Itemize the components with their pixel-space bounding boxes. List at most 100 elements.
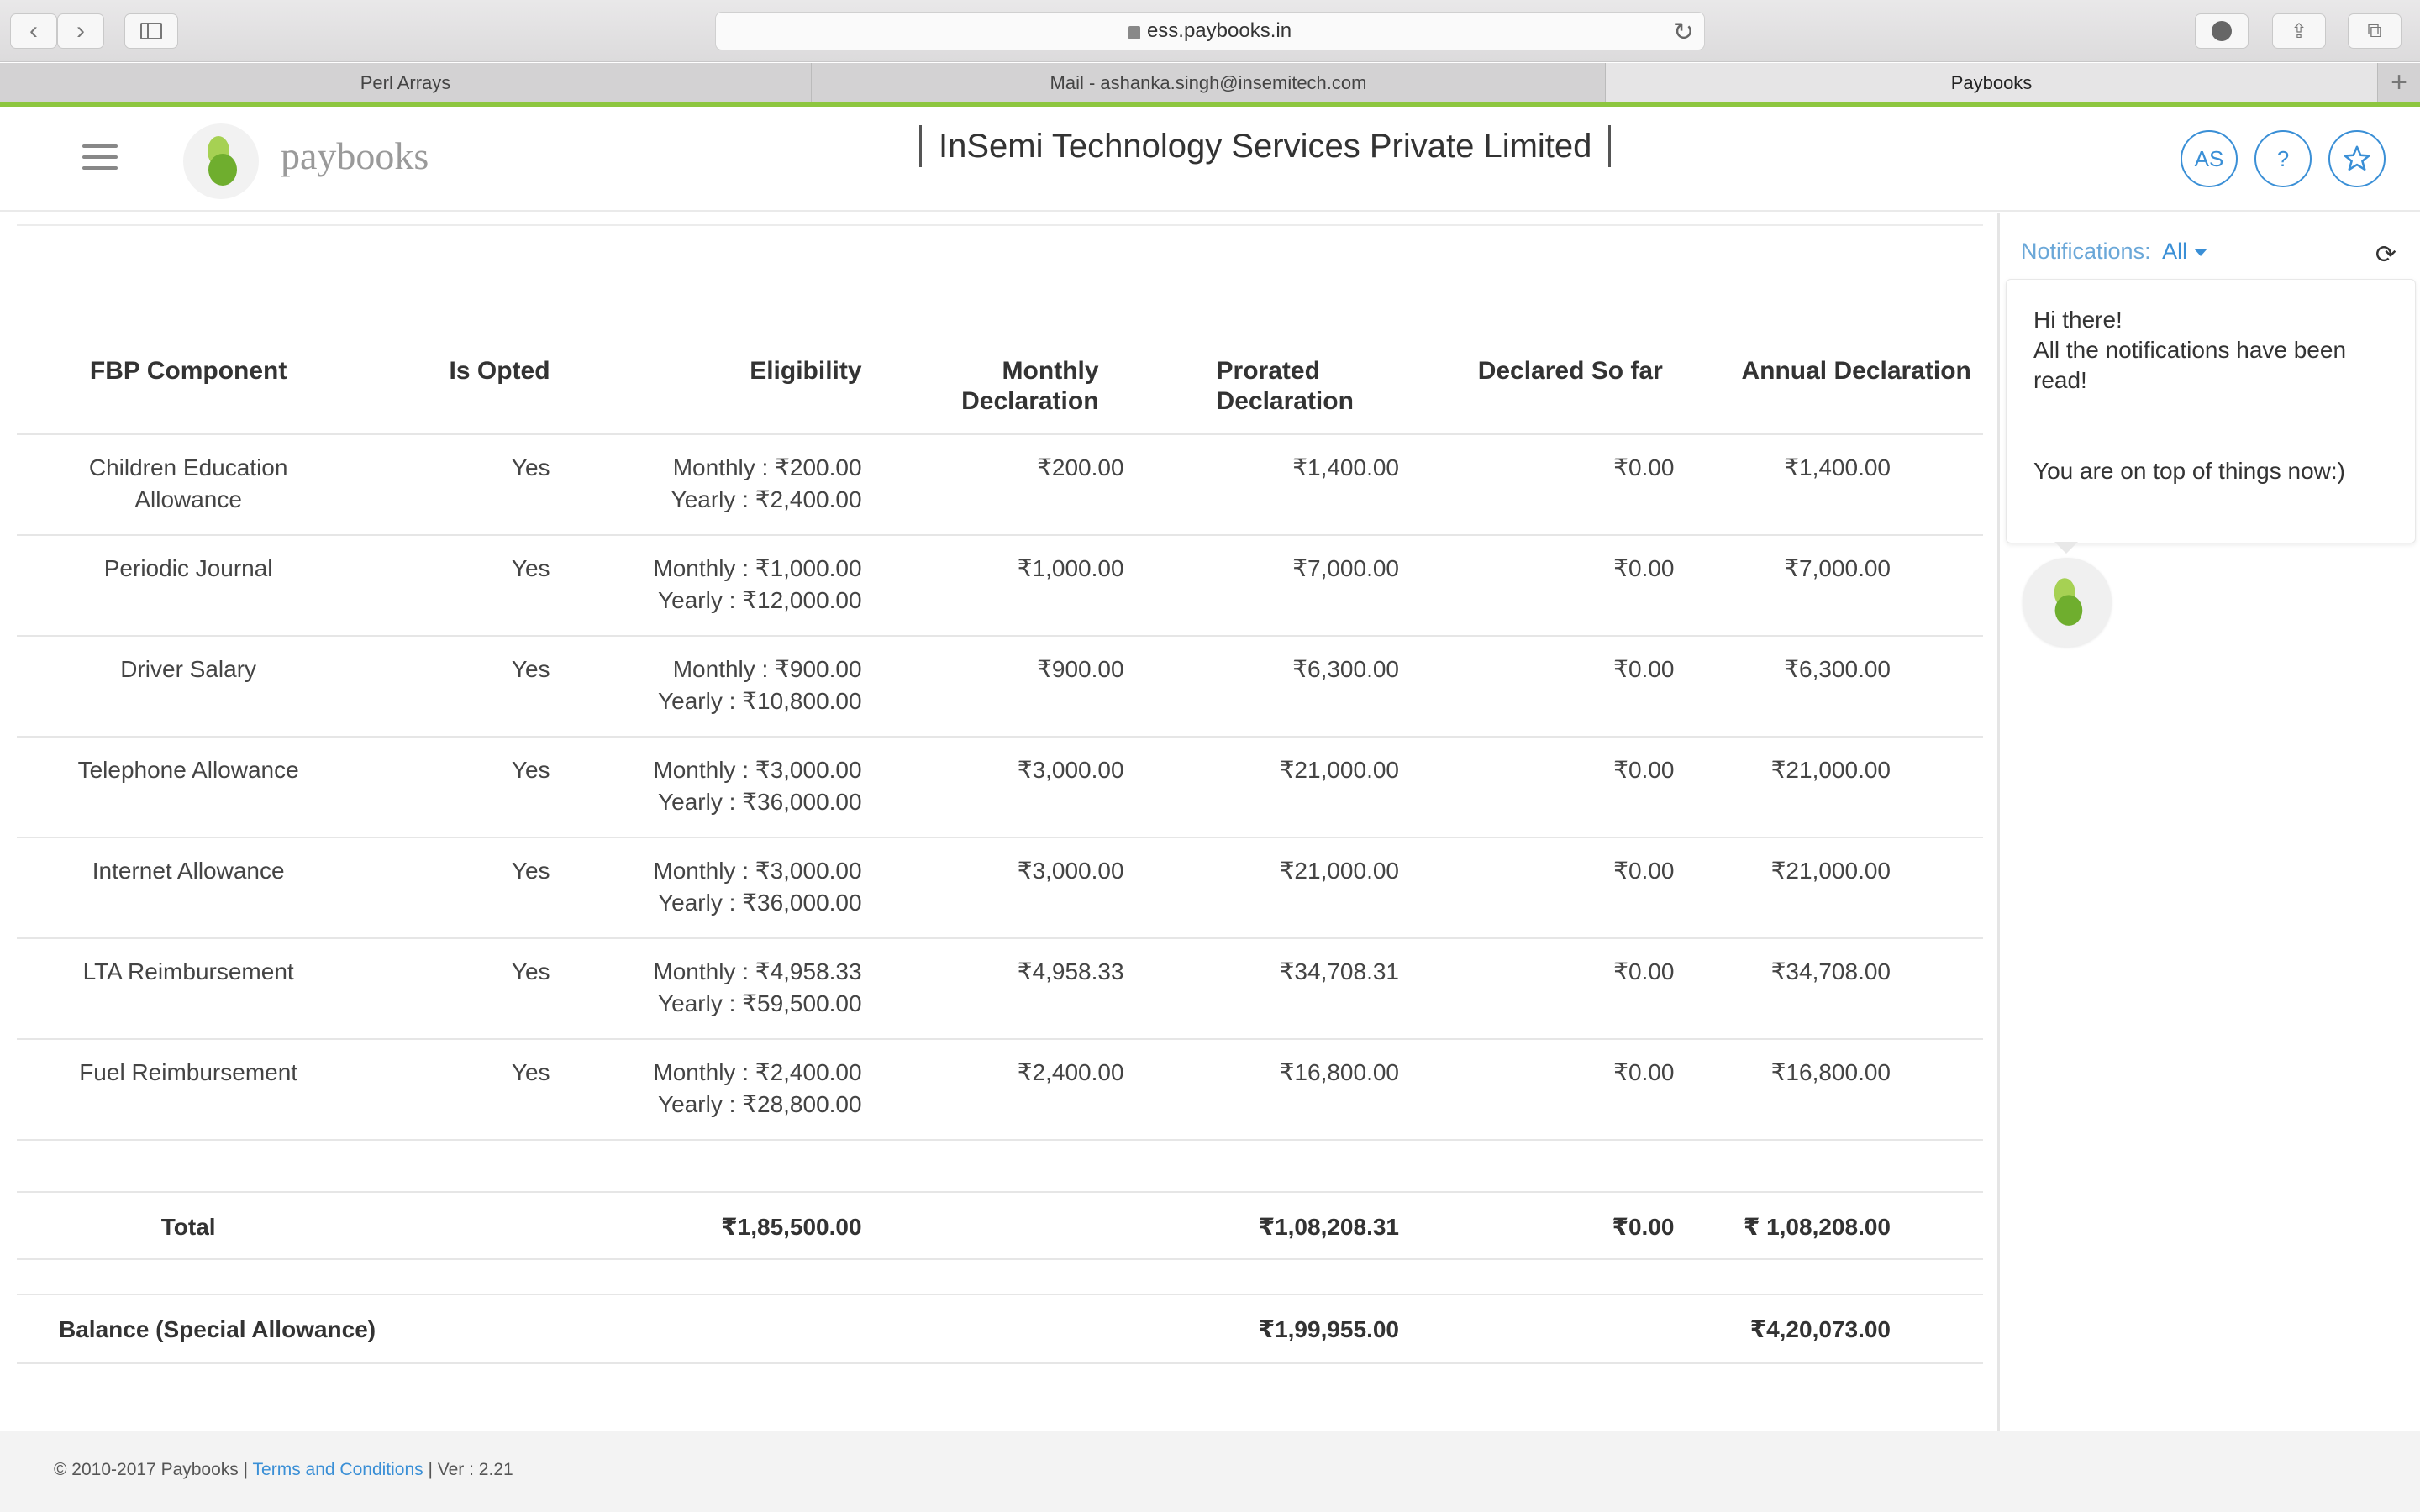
cell-component: LTA Reimbursement	[82, 958, 294, 984]
eligibility-yearly: Yearly : ₹28,800.00	[658, 1091, 862, 1117]
cell-prorated-declaration: ₹21,000.00	[1279, 757, 1399, 783]
total-annual: ₹ 1,08,208.00	[1743, 1214, 1891, 1240]
cell-declared-so-far: ₹0.00	[1613, 656, 1675, 682]
paybooks-logo[interactable]	[183, 123, 259, 199]
cell-monthly-declaration: ₹200.00	[1037, 454, 1124, 480]
help-button[interactable]: ?	[2254, 130, 2312, 187]
divider	[17, 224, 1983, 226]
cell-eligibility: Monthly : ₹2,400.00 Yearly : ₹28,800.00	[559, 1039, 871, 1140]
address-bar[interactable]: ess.paybooks.in ↻	[715, 12, 1705, 50]
header-annual-declaration: Annual Declaration	[1741, 357, 1971, 385]
eligibility-yearly: Yearly : ₹59,500.00	[658, 990, 862, 1016]
user-avatar-button[interactable]: AS	[2181, 130, 2238, 187]
cell-opted: Yes	[511, 1059, 550, 1085]
eligibility-yearly: Yearly : ₹2,400.00	[671, 486, 862, 512]
eligibility-yearly: Yearly : ₹36,000.00	[658, 789, 862, 815]
eligibility-monthly: Monthly : ₹200.00	[672, 454, 862, 480]
favorite-button[interactable]	[2328, 130, 2386, 187]
header-monthly-declaration: Monthly Declaration	[961, 357, 1099, 415]
cell-annual-declaration: ₹6,300.00	[1784, 656, 1891, 682]
header-declared-so-far: Declared So far	[1477, 357, 1663, 385]
tab-mail[interactable]: Mail - ashanka.singh@insemitech.com	[812, 63, 1606, 102]
cell-opted: Yes	[511, 858, 550, 884]
spacer-row	[17, 1140, 1983, 1192]
table-row: Periodic Journal Yes Monthly : ₹1,000.00 Ye…	[17, 535, 1983, 636]
copyright-text: © 2010-2017 Paybooks |	[54, 1460, 253, 1479]
cell-opted: Yes	[511, 757, 550, 783]
url-text: ess.paybooks.in	[1146, 19, 1292, 42]
terms-link[interactable]: Terms and Conditions	[253, 1460, 424, 1479]
eligibility-yearly: Yearly : ₹10,800.00	[658, 688, 862, 714]
table-row: Fuel Reimbursement Yes Monthly : ₹2,400.00…	[17, 1039, 1983, 1140]
chatbot-avatar[interactable]	[2023, 558, 2112, 647]
bubble-tail	[2054, 542, 2078, 554]
cell-annual-declaration: ₹1,400.00	[1784, 454, 1891, 480]
cell-eligibility: Monthly : ₹900.00 Yearly : ₹10,800.00	[559, 636, 871, 737]
cell-declared-so-far: ₹0.00	[1613, 858, 1675, 884]
balance-label: Balance (Special Allowance)	[59, 1316, 376, 1342]
cell-opted: Yes	[511, 454, 550, 480]
share-button[interactable]: ⇪	[2272, 13, 2326, 49]
eligibility-monthly: Monthly : ₹3,000.00	[653, 757, 862, 783]
cell-monthly-declaration: ₹2,400.00	[1017, 1059, 1124, 1085]
cell-eligibility: Monthly : ₹4,958.33 Yearly : ₹59,500.00	[559, 938, 871, 1039]
cell-declared-so-far: ₹0.00	[1613, 1059, 1675, 1085]
new-tab-button[interactable]: +	[2378, 63, 2420, 102]
cell-prorated-declaration: ₹34,708.31	[1279, 958, 1399, 984]
total-label: Total	[160, 1214, 216, 1240]
cell-annual-declaration: ₹21,000.00	[1770, 757, 1891, 783]
table-row: Children Education Allowance Yes Monthly :…	[17, 434, 1983, 535]
header-eligibility: Eligibility	[750, 357, 862, 385]
cell-declared-so-far: ₹0.00	[1613, 757, 1675, 783]
table-row: LTA Reimbursement Yes Monthly : ₹4,958.33 Y…	[17, 938, 1983, 1039]
sidebar-toggle-button[interactable]	[124, 13, 178, 49]
balance-prorated: ₹1,99,955.00	[1258, 1316, 1399, 1342]
refresh-icon[interactable]: ⟳	[2375, 240, 2396, 270]
cell-opted: Yes	[511, 656, 550, 682]
share-icon: ⇪	[2290, 19, 2308, 43]
back-button[interactable]: ‹	[10, 13, 57, 49]
cell-prorated-declaration: ₹1,400.00	[1292, 454, 1399, 480]
message-greeting: Hi there!	[2033, 307, 2123, 333]
cell-opted: Yes	[511, 958, 550, 984]
spacer-row	[17, 1259, 1983, 1294]
eligibility-monthly: Monthly : ₹4,958.33	[653, 958, 862, 984]
table-row: Internet Allowance Yes Monthly : ₹3,000.00…	[17, 837, 1983, 938]
cell-component: Internet Allowance	[92, 858, 285, 884]
menu-icon[interactable]	[82, 144, 118, 170]
version-text: | Ver : 2.21	[423, 1460, 513, 1479]
browser-toolbar: ‹ › ess.paybooks.in ↻ ⇪ ⧉	[0, 0, 2420, 62]
cell-monthly-declaration: ₹3,000.00	[1017, 757, 1124, 783]
reload-icon[interactable]: ↻	[1673, 18, 1694, 47]
cell-monthly-declaration: ₹4,958.33	[1017, 958, 1124, 984]
downloads-button[interactable]	[2195, 13, 2249, 49]
cell-eligibility: Monthly : ₹200.00 Yearly : ₹2,400.00	[559, 434, 871, 535]
cell-prorated-declaration: ₹16,800.00	[1279, 1059, 1399, 1085]
app-header: paybooks InSemi Technology Services Priv…	[0, 107, 2420, 212]
header-prorated-declaration: Prorated Declaration	[1216, 357, 1354, 415]
tab-perl-arrays[interactable]: Perl Arrays	[0, 63, 812, 102]
tab-paybooks[interactable]: Paybooks	[1606, 63, 2378, 102]
cell-opted: Yes	[511, 555, 550, 581]
eligibility-yearly: Yearly : ₹12,000.00	[658, 587, 862, 613]
notifications-panel: Notifications: All ⟳ Hi there! All the n…	[2002, 213, 2420, 1431]
main-content: FBP Component Is Opted Eligibility Month…	[0, 213, 2000, 1431]
cell-declared-so-far: ₹0.00	[1613, 958, 1675, 984]
tabs-overview-button[interactable]: ⧉	[2348, 13, 2402, 49]
chevron-left-icon: ‹	[29, 17, 38, 45]
total-row: Total ₹1,85,500.00 ₹1,08,208.31 ₹0.00 ₹ 1,08…	[17, 1192, 1983, 1259]
eligibility-monthly: Monthly : ₹1,000.00	[653, 555, 862, 581]
notifications-filter[interactable]: Notifications: All	[2021, 239, 2208, 265]
balance-annual: ₹4,20,073.00	[1749, 1316, 1891, 1342]
cell-eligibility: Monthly : ₹3,000.00 Yearly : ₹36,000.00	[559, 837, 871, 938]
forward-button[interactable]: ›	[57, 13, 104, 49]
cell-component: Children Education Allowance	[88, 454, 288, 512]
cell-monthly-declaration: ₹3,000.00	[1017, 858, 1124, 884]
cell-monthly-declaration: ₹1,000.00	[1017, 555, 1124, 581]
eligibility-monthly: Monthly : ₹900.00	[672, 656, 862, 682]
eligibility-monthly: Monthly : ₹2,400.00	[653, 1059, 862, 1085]
table-row: Driver Salary Yes Monthly : ₹900.00 Yearly …	[17, 636, 1983, 737]
page-footer: © 2010-2017 Paybooks | Terms and Conditi…	[0, 1431, 2420, 1512]
notifications-filter-value: All	[2162, 239, 2188, 264]
cell-annual-declaration: ₹34,708.00	[1770, 958, 1891, 984]
